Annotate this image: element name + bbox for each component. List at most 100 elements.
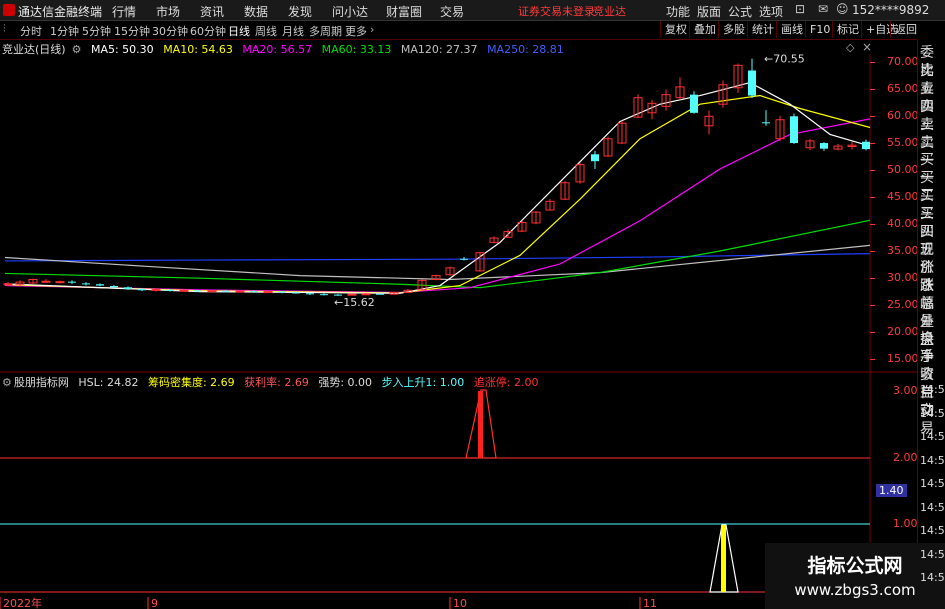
period-monthly[interactable]: 月线 bbox=[282, 23, 304, 39]
menu-data[interactable]: 数据 bbox=[244, 3, 268, 20]
tick-time: 14:56 bbox=[920, 571, 945, 584]
more-chevron-icon[interactable]: › bbox=[370, 23, 374, 36]
legend-ma20: MA20: 56.57 bbox=[242, 43, 313, 56]
legend-ma120: MA120: 27.37 bbox=[400, 43, 478, 56]
menu-layout[interactable]: 版面 bbox=[697, 3, 721, 20]
price-axis-tick bbox=[870, 332, 875, 333]
indicator-name: 股朋指标网 bbox=[13, 376, 69, 389]
candle-body bbox=[179, 289, 189, 292]
tick-time: 14:56 bbox=[920, 383, 945, 396]
period-5min[interactable]: 5分钟 bbox=[82, 23, 111, 39]
settings-icon-sub[interactable]: ⚙ bbox=[2, 376, 12, 389]
menu-trade[interactable]: 交易 bbox=[440, 3, 464, 20]
period-1min[interactable]: 1分钟 bbox=[50, 23, 79, 39]
user-account[interactable]: 152****9892 bbox=[852, 3, 929, 17]
period-weekly[interactable]: 周线 bbox=[255, 23, 277, 39]
menu-wealth[interactable]: 财富圈 bbox=[386, 3, 422, 20]
candle-body bbox=[55, 281, 65, 284]
period-30min[interactable]: 30分钟 bbox=[152, 23, 188, 39]
menu-news[interactable]: 资讯 bbox=[200, 3, 224, 20]
ma250-line bbox=[4, 252, 871, 262]
candle-body bbox=[292, 292, 300, 294]
candle-body bbox=[361, 293, 371, 296]
kline-chart[interactable]: ←70.55 ←15.62 2022年 9 10 11 bbox=[0, 40, 917, 609]
tick-time: 14:56 bbox=[920, 500, 945, 514]
sub-axis-label: 2.00 bbox=[893, 451, 918, 464]
legend-strength: 强势: 0.00 bbox=[318, 376, 373, 389]
menu-markets[interactable]: 市场 bbox=[156, 3, 180, 20]
period-multi[interactable]: 多周期 bbox=[309, 23, 342, 39]
tick-time: 14:56 bbox=[920, 477, 945, 490]
price-axis-label: 20.00 bbox=[887, 325, 919, 338]
login-notice[interactable]: 证券交易未登录 bbox=[518, 3, 595, 19]
price-axis-tick bbox=[870, 197, 875, 198]
candle-body bbox=[820, 143, 828, 149]
menu-formula[interactable]: 公式 bbox=[728, 3, 752, 20]
candle-body bbox=[263, 291, 273, 294]
lock-icon[interactable]: ⊡ bbox=[795, 2, 805, 16]
period-daily[interactable]: 日线 bbox=[228, 23, 250, 39]
menu-function[interactable]: 功能 bbox=[666, 3, 690, 20]
price-axis-tick bbox=[870, 278, 875, 279]
x-axis-label: 9 bbox=[151, 597, 158, 609]
settings-icon[interactable]: ⚙ bbox=[72, 43, 82, 56]
btn-mark[interactable]: 标记 bbox=[832, 21, 863, 38]
period-tick[interactable]: 分时 bbox=[20, 23, 42, 39]
btn-back[interactable]: 返回 bbox=[890, 21, 921, 38]
btn-f10[interactable]: F10 bbox=[805, 21, 834, 38]
ma60-line bbox=[4, 219, 871, 289]
price-axis-tick bbox=[870, 305, 875, 306]
btn-overlay[interactable]: 叠加 bbox=[689, 21, 720, 38]
btn-multi[interactable]: 多股 bbox=[718, 21, 749, 38]
price-axis-tick bbox=[870, 62, 875, 63]
diamond-icon[interactable]: ◇ bbox=[846, 41, 854, 54]
price-axis-label: 25.00 bbox=[887, 298, 919, 311]
price-axis-label: 70.00 bbox=[887, 55, 919, 68]
menu-ask[interactable]: 问小达 bbox=[332, 3, 368, 20]
menu-discover[interactable]: 发现 bbox=[288, 3, 312, 20]
watermark: 指标公式网 www.zbgs3.com bbox=[765, 543, 945, 609]
candle-body bbox=[306, 293, 314, 295]
legend-profit: 获利率: 2.69 bbox=[244, 376, 309, 389]
candle-body bbox=[748, 70, 756, 96]
price-axis-label: 60.00 bbox=[887, 109, 919, 122]
period-15min[interactable]: 15分钟 bbox=[114, 23, 150, 39]
price-axis-label: 30.00 bbox=[887, 271, 919, 284]
price-axis-label: 35.00 bbox=[887, 244, 919, 257]
collapse-icon[interactable]: ⫶ bbox=[3, 22, 6, 36]
sub-axis-label: 3.00 bbox=[893, 384, 918, 397]
period-more[interactable]: 更多 bbox=[345, 23, 367, 39]
app-logo-icon bbox=[3, 4, 15, 16]
menu-market[interactable]: 行情 bbox=[112, 3, 136, 20]
watermark-title: 指标公式网 bbox=[807, 555, 903, 577]
candle-body bbox=[762, 122, 770, 124]
user-icon[interactable]: ☺ bbox=[836, 2, 849, 16]
candle-body bbox=[96, 284, 104, 286]
limit-spike bbox=[478, 391, 483, 458]
btn-fuquan[interactable]: 复权 bbox=[660, 21, 691, 38]
candle-body bbox=[250, 291, 258, 293]
candle-body bbox=[138, 289, 146, 291]
btn-draw[interactable]: 画线 bbox=[776, 21, 807, 38]
crosshair-value: 1.40 bbox=[876, 484, 907, 497]
close-icon[interactable]: × bbox=[862, 40, 872, 54]
btn-stats[interactable]: 统计 bbox=[747, 21, 778, 38]
price-axis-label: 55.00 bbox=[887, 136, 919, 149]
sub-axis-label: 1.00 bbox=[893, 517, 918, 530]
price-axis-tick bbox=[870, 251, 875, 252]
up-spike bbox=[721, 525, 726, 592]
legend-hsl: HSL: 24.82 bbox=[78, 376, 139, 389]
candle-body bbox=[124, 287, 132, 289]
period-60min[interactable]: 60分钟 bbox=[190, 23, 226, 39]
tick-time: 14:56 bbox=[920, 547, 945, 561]
candle-body bbox=[194, 290, 202, 292]
ma5-line bbox=[4, 81, 871, 294]
legend-up: 步入上升1: 1.00 bbox=[381, 376, 465, 389]
mail-icon[interactable]: ✉ bbox=[818, 2, 828, 16]
candle-body bbox=[376, 293, 384, 295]
menu-options[interactable]: 选项 bbox=[759, 3, 783, 20]
legend-ma5: MA5: 50.30 bbox=[90, 43, 154, 56]
tick-time: 14:56 bbox=[920, 453, 945, 467]
main-legend: 竞业达(日线) ⚙ MA5: 50.30 MA10: 54.63 MA20: 56… bbox=[2, 41, 570, 56]
candle-body bbox=[862, 141, 870, 150]
